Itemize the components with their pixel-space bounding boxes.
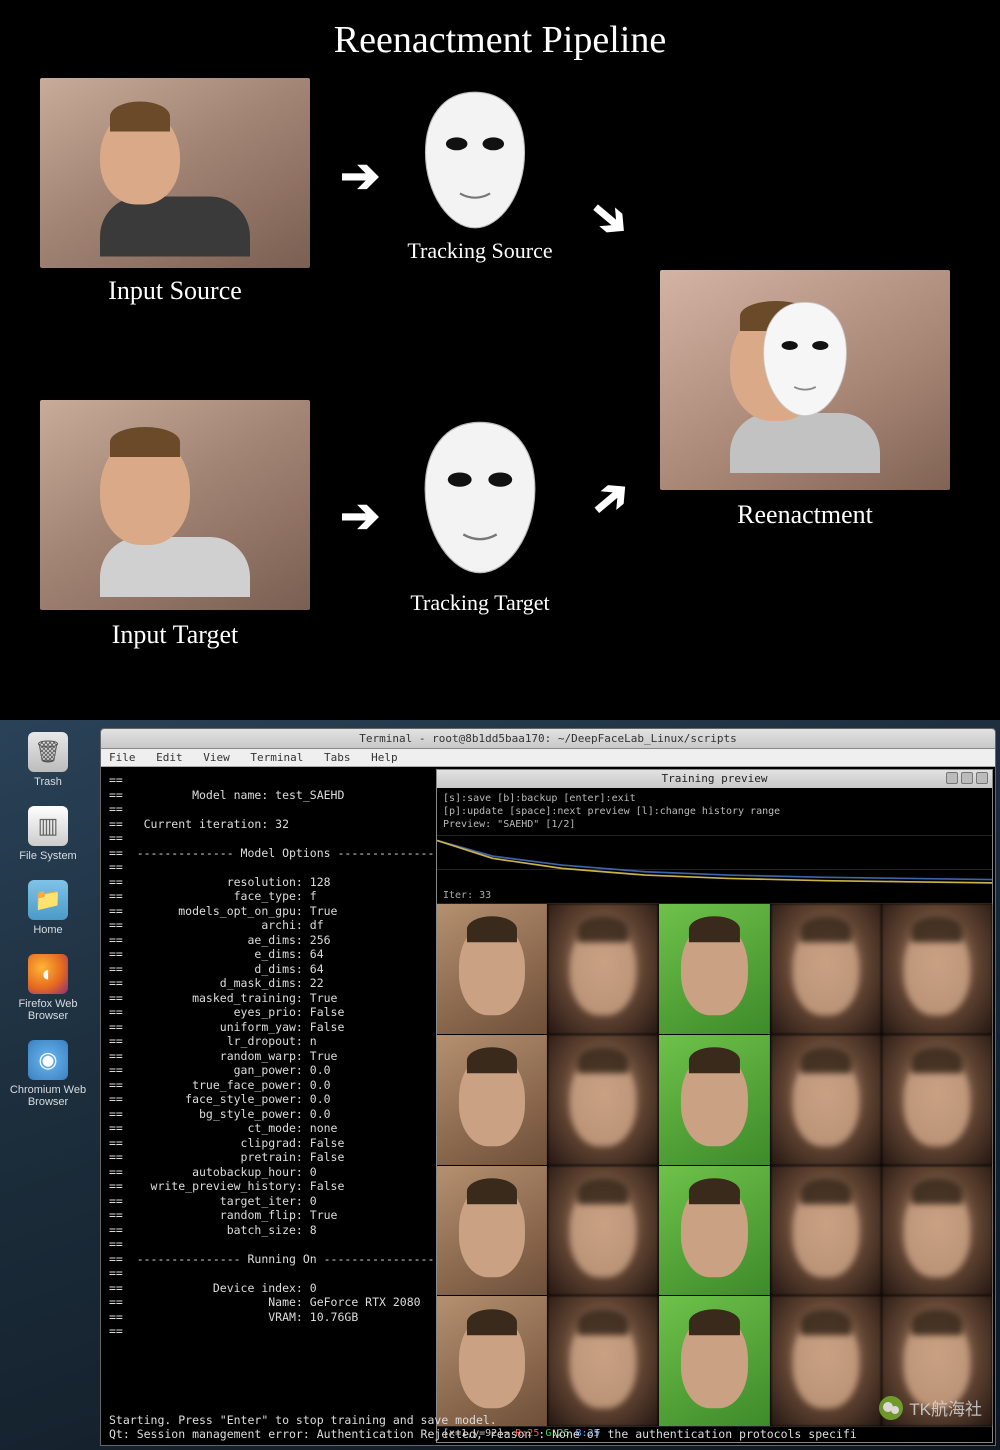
tracking-source-caption: Tracking Source — [385, 238, 575, 264]
icon-label: Home — [8, 924, 88, 936]
input-source-photo — [40, 78, 310, 268]
firefox-icon: ◐ — [28, 954, 68, 994]
close-button[interactable] — [976, 772, 988, 784]
desktop-icon-chromium[interactable]: ◉ Chromium Web Browser — [8, 1040, 88, 1108]
wechat-watermark: TK航海社 — [879, 1395, 982, 1420]
face-cell — [548, 1296, 658, 1426]
preview-titlebar[interactable]: Training preview — [437, 770, 992, 788]
disk-icon: ▥ — [28, 806, 68, 846]
face-cell — [548, 1035, 658, 1165]
maximize-button[interactable] — [961, 772, 973, 784]
reenactment-caption: Reenactment — [660, 500, 950, 530]
face-cell — [882, 904, 992, 1034]
trash-icon: 🗑 — [28, 732, 68, 772]
preview-help-text: [s]:save [b]:backup [enter]:exit [p]:upd… — [437, 788, 992, 836]
menu-help[interactable]: Help — [371, 751, 398, 764]
face-cell — [437, 904, 547, 1034]
menu-tabs[interactable]: Tabs — [324, 751, 351, 764]
tracking-target-mask — [420, 420, 540, 575]
face-cell — [771, 1166, 881, 1296]
face-cell — [882, 1035, 992, 1165]
tracking-source-mask — [420, 90, 530, 230]
face-cell — [771, 1296, 881, 1426]
minimize-button[interactable] — [946, 772, 958, 784]
reenactment-diagram: Reenactment Pipeline Input Source ➔ Trac… — [0, 0, 1000, 720]
training-preview-window[interactable]: Training preview [s]:save [b]:backup [en… — [436, 769, 993, 1443]
face-cell — [548, 904, 658, 1034]
watermark-text: TK航海社 — [909, 1395, 982, 1420]
icon-label: Firefox Web Browser — [8, 998, 88, 1022]
desktop-icon-firefox[interactable]: ◐ Firefox Web Browser — [8, 954, 88, 1022]
wechat-icon — [879, 1396, 903, 1420]
preview-title-text: Training preview — [662, 772, 768, 785]
arrow-icon: ➔ — [340, 148, 380, 204]
menu-terminal[interactable]: Terminal — [250, 751, 303, 764]
face-cell — [659, 1296, 769, 1426]
menu-file[interactable]: File — [109, 751, 136, 764]
reenactment-photo — [660, 270, 950, 490]
face-cell — [659, 1035, 769, 1165]
face-cell — [771, 904, 881, 1034]
iter-label: Iter: 33 — [443, 890, 491, 901]
terminal-menubar: File Edit View Terminal Tabs Help — [101, 749, 995, 767]
terminal-output[interactable]: == == Model name: test_SAEHD == == Curre… — [101, 767, 436, 1445]
linux-desktop: 🗑 Trash ▥ File System 📁 Home ◐ Firefox W… — [0, 720, 1000, 1450]
arrow-icon: ➔ — [577, 184, 644, 253]
loss-chart: Iter: 33 — [437, 836, 992, 904]
face-cell — [548, 1166, 658, 1296]
preview-face-grid — [437, 904, 992, 1426]
face-cell — [771, 1035, 881, 1165]
icon-label: Trash — [8, 776, 88, 788]
face-cell — [437, 1035, 547, 1165]
icon-label: Chromium Web Browser — [8, 1084, 88, 1108]
arrow-icon: ➔ — [340, 488, 380, 544]
terminal-window[interactable]: Terminal - root@8b1dd5baa170: ~/DeepFace… — [100, 728, 996, 1446]
desktop-icon-trash[interactable]: 🗑 Trash — [8, 732, 88, 788]
folder-icon: 📁 — [28, 880, 68, 920]
icon-label: File System — [8, 850, 88, 862]
desktop-icon-home[interactable]: 📁 Home — [8, 880, 88, 936]
terminal-footer: Starting. Press "Enter" to stop training… — [109, 1413, 987, 1441]
arrow-icon: ➔ — [577, 464, 644, 533]
menu-edit[interactable]: Edit — [156, 751, 183, 764]
face-cell — [437, 1296, 547, 1426]
desktop-icon-file-system[interactable]: ▥ File System — [8, 806, 88, 862]
diagram-title: Reenactment Pipeline — [0, 18, 1000, 62]
tracking-target-caption: Tracking Target — [385, 590, 575, 616]
desktop-icons: 🗑 Trash ▥ File System 📁 Home ◐ Firefox W… — [8, 732, 88, 1126]
input-target-photo — [40, 400, 310, 610]
terminal-titlebar[interactable]: Terminal - root@8b1dd5baa170: ~/DeepFace… — [101, 729, 995, 749]
face-cell — [882, 1166, 992, 1296]
face-cell — [659, 1166, 769, 1296]
chromium-icon: ◉ — [28, 1040, 68, 1080]
face-cell — [437, 1166, 547, 1296]
face-cell — [659, 904, 769, 1034]
input-target-caption: Input Target — [40, 620, 310, 650]
input-source-caption: Input Source — [40, 276, 310, 306]
menu-view[interactable]: View — [203, 751, 230, 764]
